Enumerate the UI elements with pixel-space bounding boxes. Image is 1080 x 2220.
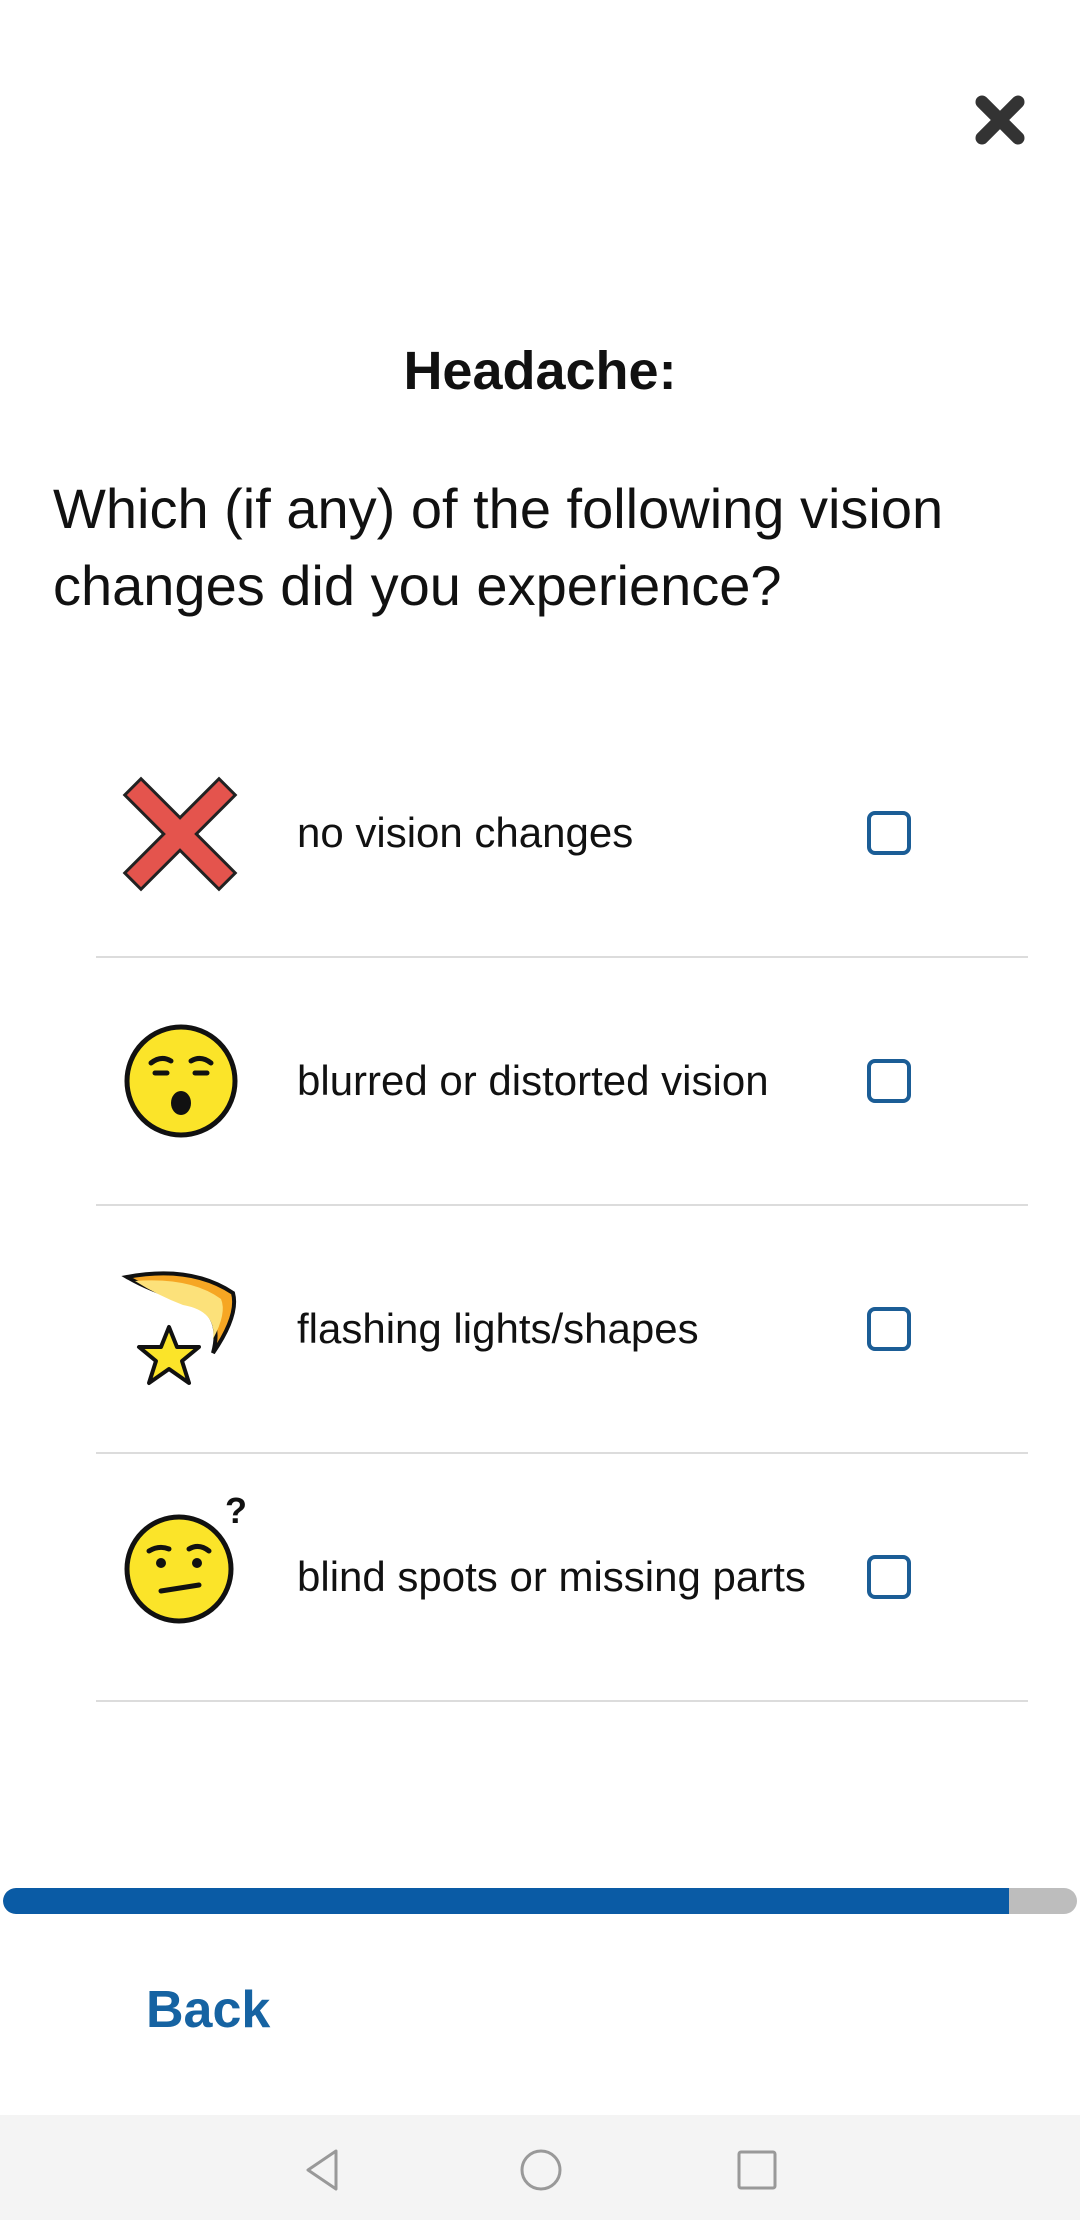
option-checkbox[interactable] bbox=[867, 1307, 911, 1351]
confused-face-icon: ? bbox=[121, 1490, 247, 1637]
option-blurred-vision[interactable]: blurred or distorted vision bbox=[96, 958, 1028, 1206]
back-triangle-icon[interactable] bbox=[298, 2145, 348, 2195]
back-button[interactable]: Back bbox=[146, 1980, 270, 2040]
option-label: blind spots or missing parts bbox=[297, 1553, 806, 1600]
option-checkbox[interactable] bbox=[867, 1555, 911, 1599]
svg-text:?: ? bbox=[225, 1490, 247, 1531]
recents-square-icon[interactable] bbox=[732, 2145, 782, 2195]
option-label: no vision changes bbox=[297, 809, 634, 856]
option-checkbox[interactable] bbox=[867, 811, 911, 855]
option-no-vision-changes[interactable]: no vision changes bbox=[96, 710, 1028, 958]
astonished-face-icon bbox=[121, 1021, 241, 1141]
home-circle-icon[interactable] bbox=[516, 2145, 566, 2195]
option-blind-spots[interactable]: ? blind spots or missing parts bbox=[96, 1454, 1028, 1702]
close-icon bbox=[975, 95, 1025, 145]
option-label: blurred or distorted vision bbox=[297, 1057, 769, 1104]
option-label: flashing lights/shapes bbox=[297, 1305, 699, 1352]
options-list: no vision changes blurred or distorted v… bbox=[96, 710, 1028, 1702]
shooting-star-icon bbox=[121, 1269, 241, 1389]
option-flashing-lights[interactable]: flashing lights/shapes bbox=[96, 1206, 1028, 1454]
progress-fill bbox=[3, 1888, 1010, 1914]
close-button[interactable] bbox=[965, 85, 1035, 155]
progress-bar bbox=[3, 1888, 1077, 1914]
question-text: Which (if any) of the following vision c… bbox=[53, 477, 944, 617]
red-x-icon bbox=[121, 773, 241, 893]
page-title: Headache: bbox=[403, 341, 677, 401]
option-checkbox[interactable] bbox=[867, 1059, 911, 1103]
